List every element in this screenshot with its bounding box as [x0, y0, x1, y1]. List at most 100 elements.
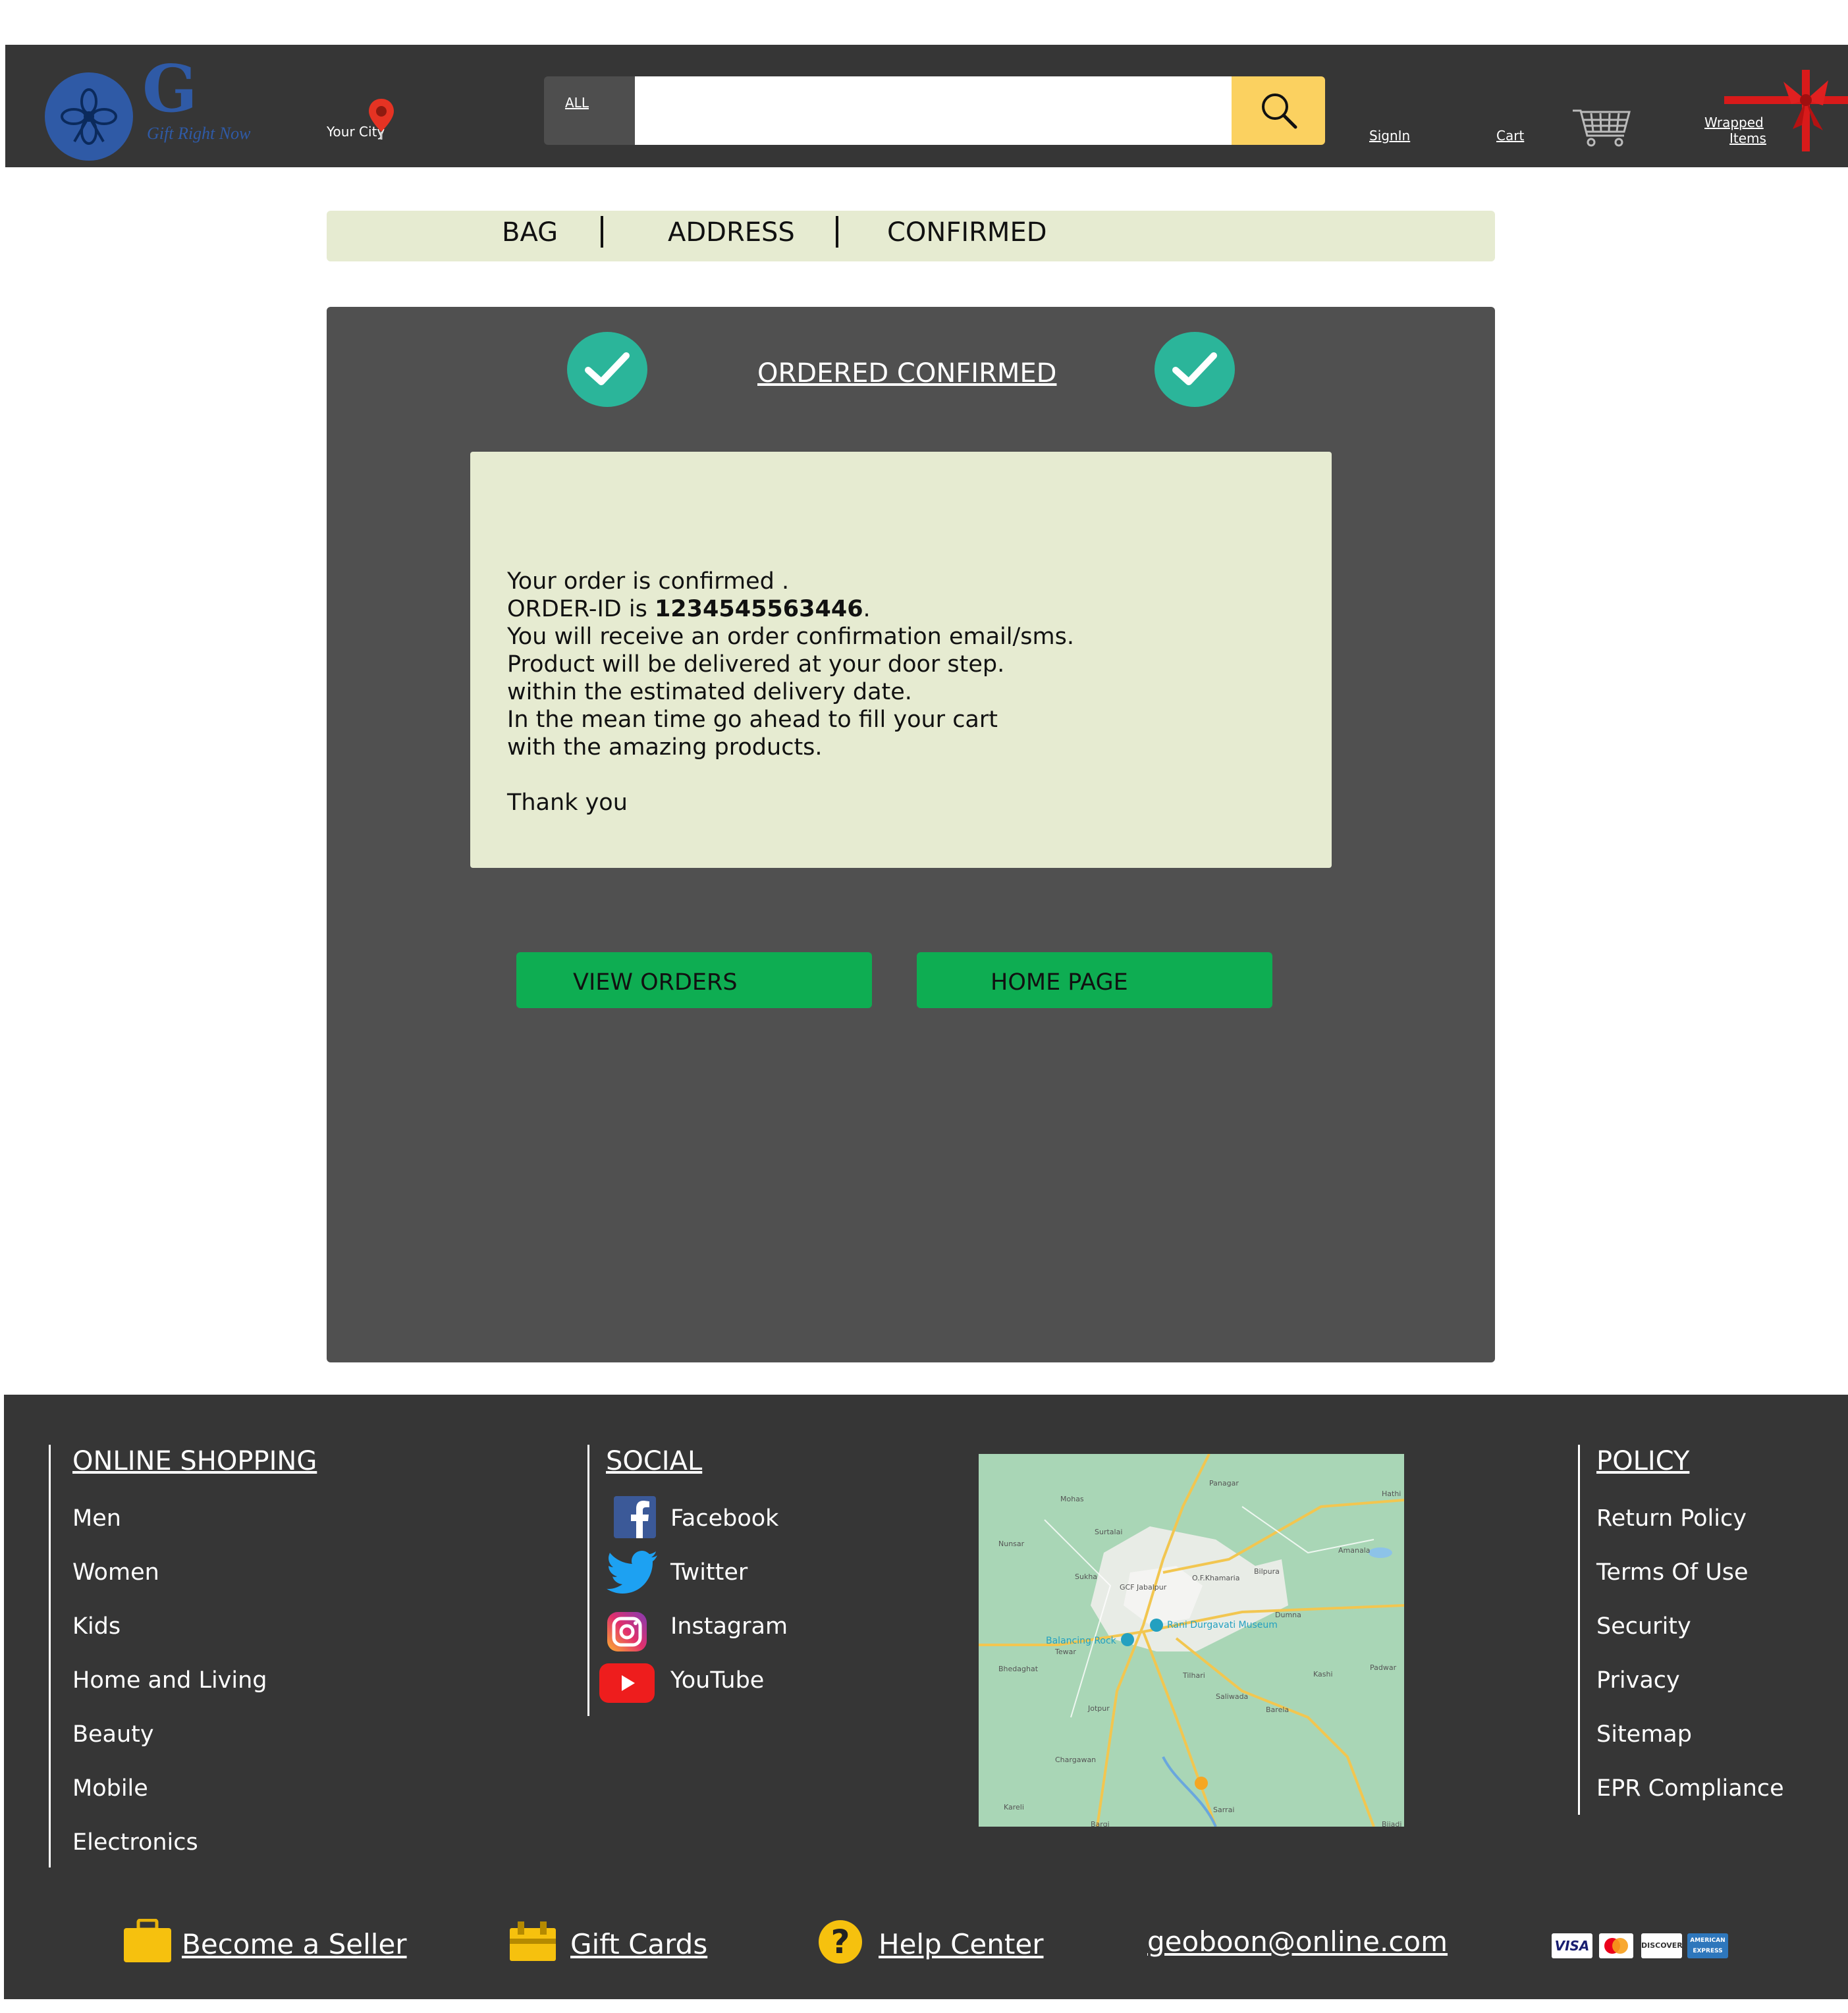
map-label: Amanala — [1338, 1546, 1371, 1555]
become-seller-link[interactable]: Become a Seller — [182, 1928, 407, 1960]
footer-link-beauty[interactable]: Beauty — [72, 1721, 154, 1748]
online-shopping-heading: ONLINE SHOPPING — [72, 1446, 317, 1476]
step-bag[interactable]: BAG — [502, 217, 558, 248]
mastercard-icon — [1599, 1933, 1633, 1958]
map-label: Mohas — [1060, 1495, 1084, 1503]
home-page-button[interactable]: HOME PAGE — [917, 952, 1272, 1008]
footer-link-men[interactable]: Men — [72, 1505, 121, 1532]
map-label: Chargawan — [1055, 1756, 1096, 1764]
gift-cards-link[interactable]: Gift Cards — [570, 1928, 707, 1960]
search-input[interactable] — [635, 76, 1232, 145]
order-id-line: ORDER-ID is 1234545563446. — [507, 595, 1332, 623]
home-page-label: HOME PAGE — [991, 969, 1128, 996]
site-logo[interactable]: G Gift Right Now — [45, 51, 321, 161]
map-label: Tilhari — [1182, 1671, 1205, 1680]
footer-link-terms[interactable]: Terms Of Use — [1596, 1559, 1749, 1586]
red-ribbon-icon — [1724, 70, 1848, 151]
search-category-dropdown[interactable]: ALL — [544, 76, 635, 145]
message-line: In the mean time go ahead to fill your c… — [507, 707, 998, 733]
map-label: Saliwada — [1216, 1692, 1248, 1701]
view-orders-button[interactable]: VIEW ORDERS — [516, 952, 872, 1008]
logo-letter: G — [142, 51, 198, 127]
map-label: Dumna — [1275, 1611, 1301, 1619]
map-label: Sarrai — [1213, 1806, 1234, 1814]
briefcase-icon — [124, 1919, 171, 1962]
map-label: Bhedaghat — [998, 1665, 1039, 1673]
map-label: O.F.Khamaria — [1192, 1574, 1239, 1582]
discover-icon: DISCOVER — [1641, 1933, 1683, 1958]
map-label: Bilpura — [1254, 1567, 1280, 1576]
message-line: You will receive an order confirmation e… — [507, 624, 1074, 650]
twitter-icon[interactable] — [606, 1550, 659, 1596]
map-label: Surtalai — [1095, 1528, 1122, 1536]
footer-link-privacy[interactable]: Privacy — [1596, 1667, 1680, 1694]
social-heading: SOCIAL — [606, 1446, 703, 1476]
social-link-twitter[interactable]: Twitter — [670, 1559, 747, 1586]
help-center-link[interactable]: Help Center — [879, 1928, 1043, 1960]
cart-link[interactable]: Cart — [1496, 128, 1524, 144]
step-divider — [836, 216, 838, 248]
column-divider — [49, 1445, 51, 1867]
confirmation-message: Your order is confirmed . ORDER-ID is 12… — [470, 452, 1332, 868]
social-link-youtube[interactable]: YouTube — [670, 1667, 764, 1694]
logo-tagline: Gift Right Now — [147, 124, 251, 143]
footer-link-epr[interactable]: EPR Compliance — [1596, 1775, 1784, 1802]
facebook-icon[interactable] — [614, 1496, 656, 1538]
message-line: with the amazing products. — [507, 734, 823, 761]
visa-icon: VISA — [1552, 1933, 1592, 1958]
map-label: Sukha — [1075, 1572, 1097, 1581]
thank-you-line: Thank you — [507, 790, 628, 816]
footer-link-home-living[interactable]: Home and Living — [72, 1667, 267, 1694]
map-label: Kashi — [1313, 1670, 1333, 1678]
footer-link-kids[interactable]: Kids — [72, 1613, 121, 1640]
order-id: 1234545563446 — [654, 596, 863, 622]
footer-link-women[interactable]: Women — [72, 1559, 159, 1586]
map-label: Balancing Rock — [1046, 1636, 1117, 1646]
site-footer: ONLINE SHOPPING Men Women Kids Home and … — [4, 1395, 1848, 1999]
footer-link-electronics[interactable]: Electronics — [72, 1829, 198, 1856]
search-bar: ALL — [544, 76, 1329, 145]
map-label: Tewar — [1054, 1648, 1076, 1656]
search-button[interactable] — [1232, 76, 1325, 145]
map-label: Kareli — [1004, 1803, 1024, 1812]
step-divider — [601, 216, 603, 248]
email-link[interactable]: geoboon@online.com — [1147, 1925, 1448, 1958]
amex-icon: AMERICAN EXPRESS — [1687, 1933, 1728, 1958]
social-link-instagram[interactable]: Instagram — [670, 1613, 788, 1640]
svg-text:?: ? — [830, 1923, 850, 1961]
footer-link-sitemap[interactable]: Sitemap — [1596, 1721, 1692, 1748]
message-line: within the estimated delivery date. — [507, 679, 912, 705]
view-orders-label: VIEW ORDERS — [573, 969, 738, 996]
signin-link[interactable]: SignIn — [1369, 128, 1410, 144]
confirmation-title: ORDERED CONFIRMED — [757, 358, 1057, 389]
youtube-icon[interactable] — [599, 1663, 655, 1703]
message-line: Product will be delivered at your door s… — [507, 651, 1005, 678]
checkout-stepper: BAG ADDRESS CONFIRMED — [327, 211, 1495, 261]
footer-link-return-policy[interactable]: Return Policy — [1596, 1505, 1747, 1532]
footer-link-security[interactable]: Security — [1596, 1613, 1691, 1640]
column-divider — [587, 1445, 589, 1716]
help-icon: ? — [819, 1920, 862, 1964]
map-label: GCF Jabalpur — [1120, 1583, 1167, 1592]
map-label: Barela — [1266, 1705, 1289, 1714]
step-address[interactable]: ADDRESS — [668, 217, 795, 248]
map-label: Panagar — [1209, 1479, 1239, 1488]
gift-card-icon — [510, 1921, 556, 1961]
map-label: Jotpur — [1087, 1704, 1110, 1713]
instagram-icon[interactable] — [606, 1611, 648, 1653]
column-divider — [1578, 1445, 1580, 1815]
policy-heading: POLICY — [1596, 1446, 1690, 1476]
confirmation-panel: ORDERED CONFIRMED Your order is confirme… — [327, 307, 1495, 1362]
checkmark-icon — [1155, 332, 1235, 407]
checkmark-icon — [567, 332, 647, 407]
map-label: Padwar — [1370, 1663, 1397, 1672]
cart-icon[interactable] — [1571, 105, 1632, 149]
location-pin-icon — [369, 99, 394, 140]
map-label: Bargi — [1091, 1820, 1110, 1827]
location-map[interactable]: Mohas Panagar Surtalai Nunsar Amanala Bi… — [979, 1454, 1404, 1827]
message-line: Your order is confirmed . — [507, 568, 790, 595]
footer-link-mobile[interactable]: Mobile — [72, 1775, 148, 1802]
step-confirmed[interactable]: CONFIRMED — [887, 217, 1047, 248]
social-link-facebook[interactable]: Facebook — [670, 1505, 778, 1532]
search-icon — [1262, 94, 1297, 129]
